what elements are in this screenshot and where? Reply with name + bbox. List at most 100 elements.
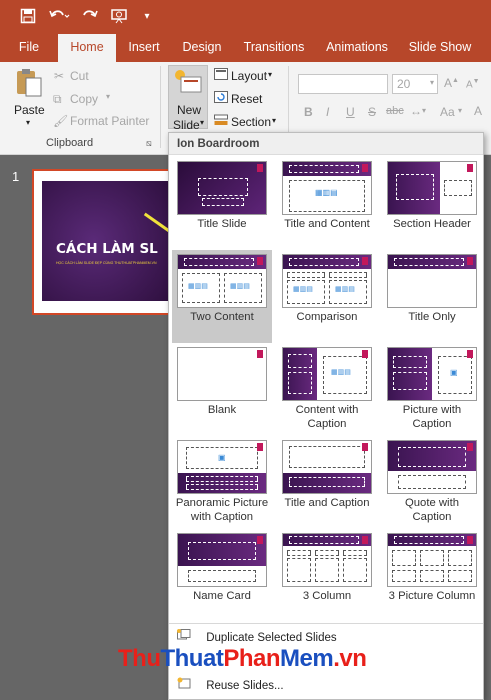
layout-label: 3 Column [302, 590, 352, 602]
layout-label: Title and Caption [284, 497, 370, 509]
tab-transitions[interactable]: Transitions [238, 34, 310, 62]
slide-thumbnail[interactable]: CÁCH LÀM SL HỌC CÁCH LÀM SLIDE ĐẸP CÙNG … [32, 169, 172, 315]
layout-label: Section Header [393, 218, 471, 230]
font-size-value: 20 [397, 77, 411, 91]
new-slide-button[interactable]: New Slide ▾ [168, 65, 208, 132]
layout-thumbnail: ▦▥▤ [282, 347, 372, 401]
layout-name-card[interactable]: Name Card [172, 529, 272, 622]
layout-section-header[interactable]: Section Header [382, 157, 482, 250]
divider [169, 623, 483, 624]
reuse-label: Reuse Slides... [206, 680, 284, 692]
tab-design[interactable]: Design [176, 34, 228, 62]
layout-label: Name Card [193, 590, 251, 602]
tab-animations[interactable]: Animations [320, 34, 394, 62]
customize-icon[interactable]: ▾ [140, 8, 154, 26]
layout-icon [214, 68, 228, 83]
copy-button[interactable]: Copy [70, 92, 98, 106]
italic-button[interactable]: I [326, 105, 329, 119]
new-slide-dropdown-icon: ▾ [200, 118, 205, 127]
reuse-icon [177, 677, 193, 692]
format-painter-button[interactable]: Format Painter [70, 114, 149, 128]
cut-icon: ✂ [54, 69, 65, 83]
layout-content-with-caption[interactable]: ▦▥▤ Content with Caption [277, 343, 377, 436]
slide-preview: CÁCH LÀM SL HỌC CÁCH LÀM SLIDE ĐẸP CÙNG … [42, 181, 172, 301]
redo-icon[interactable] [80, 8, 100, 26]
layout-title-slide[interactable]: Title Slide [172, 157, 272, 250]
layout-thumbnail: ▣ [177, 440, 267, 494]
font-family-select[interactable] [298, 74, 388, 94]
layout-thumbnail: ▣ [387, 347, 477, 401]
format-painter-icon: 🖌 [53, 114, 69, 128]
copy-icon: ⧉ [53, 92, 62, 106]
chevron-down-icon[interactable]: ▾ [458, 106, 462, 115]
layout-button[interactable]: Layout [231, 69, 267, 83]
cut-button[interactable]: Cut [70, 69, 89, 83]
paste-icon[interactable] [12, 68, 46, 98]
slide-subtitle: HỌC CÁCH LÀM SLIDE ĐẸP CÙNG THUTHUATPHAN… [56, 261, 157, 265]
layout-title-and-content[interactable]: ▦▥▤ Title and Content [277, 157, 377, 250]
reset-button[interactable]: Reset [231, 92, 262, 106]
tab-insert[interactable]: Insert [122, 34, 166, 62]
new-slide-icon [173, 68, 203, 99]
paste-button[interactable]: Paste [14, 103, 45, 117]
decrease-font-icon[interactable]: A▼ [466, 78, 480, 90]
reuse-slides-item[interactable]: Reuse Slides... [177, 677, 284, 692]
undo-icon[interactable] [46, 8, 72, 26]
paste-dropdown-icon[interactable]: ▾ [26, 118, 30, 127]
underline-button[interactable]: U [346, 105, 355, 119]
section-dropdown-icon[interactable]: ▾ [272, 116, 276, 125]
layout-label: Picture with Caption [402, 404, 462, 430]
clear-formatting-icon[interactable]: A [474, 104, 482, 118]
section-icon [214, 114, 228, 129]
font-size-select[interactable]: 20 ▾ [392, 74, 438, 94]
group-label-clipboard: Clipboard [46, 137, 94, 149]
layout-thumbnail: ▦▥▤ [282, 161, 372, 215]
layout-thumbnail [282, 440, 372, 494]
layout-comparison[interactable]: ▦▥▤ ▦▥▤ Comparison [277, 250, 377, 343]
reset-icon [214, 91, 228, 106]
copy-dropdown-icon[interactable]: ▾ [106, 92, 110, 101]
new-slide-label-2: Slide [173, 118, 200, 132]
strikethrough-button[interactable]: abc [386, 105, 404, 117]
layout-thumbnail [177, 347, 267, 401]
title-bar: ▾ [0, 0, 491, 34]
layout-two-content[interactable]: ▦▥▤ ▦▥▤ Two Content [172, 250, 272, 343]
layout-title-and-caption[interactable]: Title and Caption [277, 436, 377, 529]
dialog-launcher-icon[interactable]: ⧅ [146, 138, 152, 149]
present-icon[interactable] [108, 8, 130, 26]
layout-thumbnail [387, 254, 477, 308]
decorative-stroke [143, 212, 171, 233]
bold-button[interactable]: B [304, 105, 313, 119]
tab-home[interactable]: Home [58, 34, 116, 62]
layout-3-column[interactable]: 3 Column [277, 529, 377, 622]
layout-label: Title Only [408, 311, 456, 323]
layout-thumbnail: ▦▥▤ ▦▥▤ [282, 254, 372, 308]
tab-file[interactable]: File [8, 34, 50, 62]
layout-dropdown-icon[interactable]: ▾ [268, 70, 272, 79]
layout-label: 3 Picture Column [388, 590, 476, 602]
layout-title-only[interactable]: Title Only [382, 250, 482, 343]
layout-picture-with-caption[interactable]: ▣ Picture with Caption [382, 343, 482, 436]
layout-panoramic-picture-with-caption[interactable]: ▣ Panoramic Picture with Caption [172, 436, 272, 529]
shadow-button[interactable]: S [368, 105, 376, 119]
duplicate-icon [177, 629, 193, 644]
layout-thumbnail [387, 440, 477, 494]
section-button[interactable]: Section [231, 115, 271, 129]
layout-label: Title Slide [197, 218, 247, 230]
duplicate-selected-slides-item[interactable]: Duplicate Selected Slides [177, 629, 337, 644]
layout-blank[interactable]: Blank [172, 343, 272, 436]
increase-font-icon[interactable]: A▲ [444, 76, 459, 90]
save-icon[interactable] [18, 8, 38, 26]
layout-thumbnail [387, 161, 477, 215]
layout-label: Blank [207, 404, 237, 416]
chevron-down-icon[interactable]: ▾ [422, 106, 426, 115]
change-case-button[interactable]: Aa [440, 105, 455, 119]
layout-thumbnail [282, 533, 372, 587]
layout-label: Title and Content [284, 218, 370, 230]
tab-slide-show[interactable]: Slide Show [404, 34, 476, 62]
layout-label: Quote with Caption [404, 497, 459, 523]
layout-3-picture-column[interactable]: 3 Picture Column [382, 529, 482, 622]
layout-thumbnail [177, 533, 267, 587]
character-spacing-icon[interactable]: ↔ [410, 104, 422, 118]
layout-quote-with-caption[interactable]: Quote with Caption [382, 436, 482, 529]
